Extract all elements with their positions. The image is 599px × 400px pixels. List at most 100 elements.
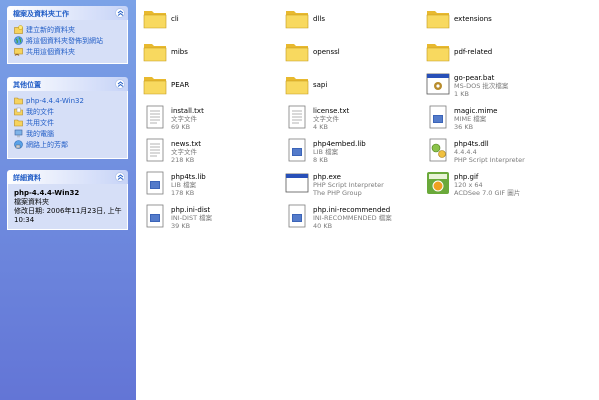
file-item[interactable]: php.ini-recommended INI-RECOMMENDED 檔案 40 … — [278, 200, 418, 234]
file-meta: php4embed.lib LIB 檔案 8 KB — [313, 140, 366, 164]
batch-file-icon — [426, 73, 450, 95]
file-meta: install.txt 文字文件 69 KB — [171, 107, 204, 131]
file-item[interactable]: php4embed.lib LIB 檔案 8 KB — [278, 134, 418, 168]
file-meta: go-pear.bat MS-DOS 批次檔案 1 KB — [454, 74, 508, 98]
file-item[interactable]: license.txt 文字文件 4 KB — [278, 101, 418, 135]
folder-icon — [285, 44, 309, 62]
place-shared-documents[interactable]: 共用文件 — [14, 117, 122, 128]
folder-icon — [426, 11, 450, 29]
file-item[interactable]: php.ini-dist INI-DIST 檔案 39 KB — [136, 200, 276, 234]
file-detail: ACDSee 7.0 GIF 圖片 — [454, 189, 521, 197]
file-detail: 36 KB — [454, 123, 474, 131]
file-name: extensions — [454, 15, 492, 23]
generic-file-icon — [146, 204, 164, 228]
folder-icon — [426, 44, 450, 62]
place-my-documents[interactable]: 我的文件 — [14, 106, 122, 117]
file-item[interactable]: magic.mime MIME 檔案 36 KB — [419, 101, 559, 135]
task-share-folder[interactable]: 共用這個資料夾 — [14, 46, 122, 57]
details-header[interactable]: 詳細資料 — [7, 170, 128, 184]
file-meta: cli — [171, 15, 179, 23]
file-name: pdf-related — [454, 48, 493, 56]
task-label: 將這個資料夾發佈到網站 — [26, 36, 103, 45]
text-file-icon — [288, 105, 306, 129]
place-network[interactable]: 網路上的芳鄰 — [14, 139, 122, 150]
folder-icon — [285, 77, 309, 95]
collapse-chevron-icon[interactable] — [115, 8, 125, 18]
file-folder-tasks-panel: 檔案及資料夾工作 建立新的資料夾 將這個資料夾發佈到網站 共用這個資料夾 — [7, 6, 128, 64]
task-label: 建立新的資料夾 — [26, 25, 75, 34]
file-detail: LIB 檔案 — [313, 148, 339, 156]
folder-item[interactable]: openssl — [278, 35, 418, 69]
text-file-icon — [146, 138, 164, 162]
folder-item[interactable]: pdf-related — [419, 35, 559, 69]
shared-documents-icon — [14, 119, 23, 127]
file-detail: INI-RECOMMENDED 檔案 — [313, 214, 392, 222]
file-meta: news.txt 文字文件 218 KB — [171, 140, 201, 164]
file-name: php.ini-dist — [171, 206, 211, 214]
file-detail: 178 KB — [171, 189, 195, 197]
place-my-computer[interactable]: 我的電腦 — [14, 128, 122, 139]
file-detail: 4.4.4.4 — [454, 148, 477, 156]
file-name: install.txt — [171, 107, 204, 115]
generic-file-icon — [288, 138, 306, 162]
detail-modified: 修改日期: 2006年11月23日, 上午 — [14, 207, 122, 215]
file-list-view[interactable]: cli dlls extensions mibs openssl pdf-related P… — [136, 0, 599, 400]
folder-icon — [143, 44, 167, 62]
folder-item[interactable]: sapi — [278, 68, 418, 102]
file-name: magic.mime — [454, 107, 498, 115]
task-pane: 檔案及資料夾工作 建立新的資料夾 將這個資料夾發佈到網站 共用這個資料夾 其他位… — [0, 0, 136, 400]
file-detail: PHP Script Interpreter — [454, 156, 525, 164]
file-detail: 40 KB — [313, 222, 333, 230]
task-new-folder[interactable]: 建立新的資料夾 — [14, 24, 122, 35]
place-parent-folder[interactable]: php-4.4.4-Win32 — [14, 95, 122, 106]
file-name: PEAR — [171, 81, 190, 89]
file-name: openssl — [313, 48, 340, 56]
folder-item[interactable]: dlls — [278, 2, 418, 36]
other-places-panel: 其他位置 php-4.4.4-Win32 我的文件 共用文件 我的電腦 網路上的… — [7, 77, 128, 159]
generic-file-icon — [146, 171, 164, 195]
details-panel: 詳細資料 php-4.4.4-Win32 檔案資料夾 修改日期: 2006年11… — [7, 170, 128, 230]
file-meta: php4ts.lib LIB 檔案 178 KB — [171, 173, 206, 197]
file-item[interactable]: php.gif 120 x 64 ACDSee 7.0 GIF 圖片 — [419, 167, 559, 201]
file-name: cli — [171, 15, 179, 23]
file-meta: php4ts.dll 4.4.4.4 PHP Script Interpreter — [454, 140, 525, 164]
file-detail: 8 KB — [313, 156, 328, 164]
collapse-chevron-icon[interactable] — [115, 79, 125, 89]
file-item[interactable]: php4ts.dll 4.4.4.4 PHP Script Interpreter — [419, 134, 559, 168]
dll-file-icon — [429, 138, 447, 162]
file-detail: 218 KB — [171, 156, 195, 164]
task-publish-to-web[interactable]: 將這個資料夾發佈到網站 — [14, 35, 122, 46]
detail-type: 檔案資料夾 — [14, 198, 49, 206]
file-name: dlls — [313, 15, 325, 23]
my-documents-icon — [14, 107, 23, 116]
share-folder-icon — [14, 48, 23, 56]
folder-item[interactable]: cli — [136, 2, 276, 36]
file-folder-tasks-header[interactable]: 檔案及資料夾工作 — [7, 6, 128, 20]
file-meta: php.gif 120 x 64 ACDSee 7.0 GIF 圖片 — [454, 173, 520, 197]
file-detail: 120 x 64 — [454, 181, 483, 189]
file-name: license.txt — [313, 107, 350, 115]
folder-icon — [143, 11, 167, 29]
file-detail: PHP Script Interpreter — [313, 181, 384, 189]
file-item[interactable]: install.txt 文字文件 69 KB — [136, 101, 276, 135]
file-detail: 69 KB — [171, 123, 191, 131]
file-detail: 文字文件 — [171, 148, 197, 156]
file-meta: PEAR — [171, 81, 189, 89]
file-name: sapi — [313, 81, 328, 89]
collapse-chevron-icon[interactable] — [115, 172, 125, 182]
my-computer-icon — [14, 129, 23, 138]
file-item[interactable]: php4ts.lib LIB 檔案 178 KB — [136, 167, 276, 201]
folder-item[interactable]: PEAR — [136, 68, 276, 102]
other-places-header[interactable]: 其他位置 — [7, 77, 128, 91]
file-item[interactable]: news.txt 文字文件 218 KB — [136, 134, 276, 168]
file-item[interactable]: go-pear.bat MS-DOS 批次檔案 1 KB — [419, 68, 559, 102]
file-detail: MIME 檔案 — [454, 115, 487, 123]
file-detail: 39 KB — [171, 222, 191, 230]
file-item[interactable]: php.exe PHP Script Interpreter The PHP Gro… — [278, 167, 418, 201]
folder-item[interactable]: mibs — [136, 35, 276, 69]
gif-file-icon — [427, 172, 449, 194]
folder-item[interactable]: extensions — [419, 2, 559, 36]
file-name: php.exe — [313, 173, 341, 181]
exe-file-icon — [285, 173, 309, 193]
folder-icon — [285, 11, 309, 29]
